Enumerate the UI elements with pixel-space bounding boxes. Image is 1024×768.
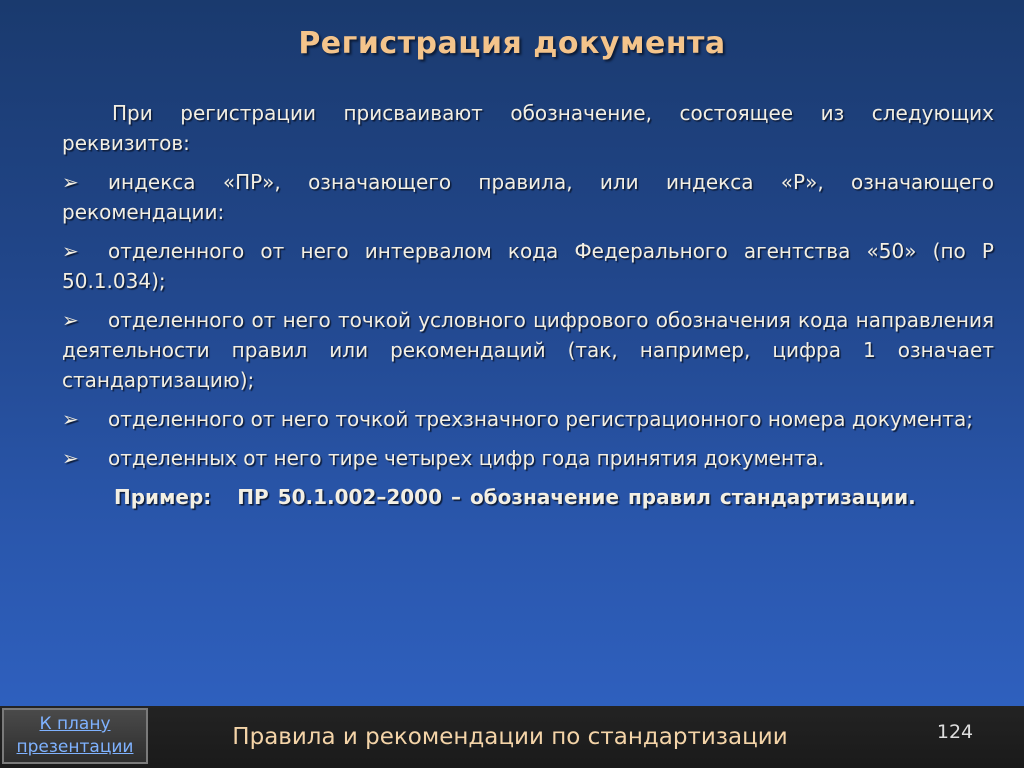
slide-body: При регистрации присваивают обозначение,… (62, 98, 994, 512)
footer-title: Правила и рекомендации по стандартизации (232, 724, 788, 750)
list-item: ➢ индекса «ПР», означающего правила, или … (62, 167, 994, 227)
list-item-text: отделенных от него тире четырех цифр год… (108, 446, 825, 470)
arrow-right-icon: ➢ (62, 239, 79, 263)
intro-paragraph: При регистрации присваивают обозначение,… (62, 101, 994, 155)
list-item-text: индекса «ПР», означающего правила, или и… (62, 170, 994, 224)
plan-button-line2: презентации (16, 737, 134, 757)
plan-button-line1: К плану (39, 714, 111, 734)
list-item: ➢ отделенного от него интервалом кода Фед… (62, 236, 994, 296)
list-item-text: отделенного от него точкой трехзначного … (108, 407, 973, 431)
list-item: ➢ отделенного от него точкой трехзначного… (62, 404, 994, 434)
list-item: ➢ отделенных от него тире четырех цифр го… (62, 443, 994, 473)
example-text: ПР 50.1.002–2000 – обозначение правил ст… (237, 485, 916, 509)
arrow-right-icon: ➢ (62, 446, 79, 470)
slide-title: Регистрация документа (298, 26, 726, 61)
list-item-text: отделенного от него точкой условного циф… (62, 308, 994, 392)
page-number: 124 (936, 721, 974, 743)
back-to-plan-button[interactable]: К плану презентации (2, 708, 148, 764)
arrow-right-icon: ➢ (62, 407, 79, 431)
example-line: Пример: ПР 50.1.002–2000 – обозначение пр… (62, 482, 994, 512)
arrow-right-icon: ➢ (62, 308, 79, 332)
footer-bar: К плану презентации Правила и рекомендац… (0, 706, 1024, 768)
requisites-list: ➢ индекса «ПР», означающего правила, или … (62, 167, 994, 473)
list-item-text: отделенного от него интервалом кода Феде… (62, 239, 994, 293)
arrow-right-icon: ➢ (62, 170, 79, 194)
example-label: Пример: (114, 485, 212, 509)
list-item: ➢ отделенного от него точкой условного ци… (62, 305, 994, 395)
